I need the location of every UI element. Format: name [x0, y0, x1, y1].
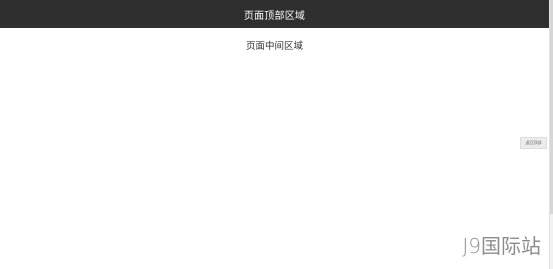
back-to-top-label: 返回顶部 — [525, 140, 542, 145]
back-to-top-button[interactable]: 返回顶部 — [520, 137, 547, 149]
page: 页面顶部区域 页面中间区域 返回顶部 J9国际站 — [0, 0, 553, 269]
page-header: 页面顶部区域 — [0, 0, 549, 28]
vertical-scrollbar[interactable] — [549, 0, 553, 269]
header-title: 页面顶部区域 — [243, 10, 306, 22]
watermark-text: J9国际站 — [462, 234, 541, 258]
main-area-title: 页面中间区域 — [245, 41, 303, 52]
